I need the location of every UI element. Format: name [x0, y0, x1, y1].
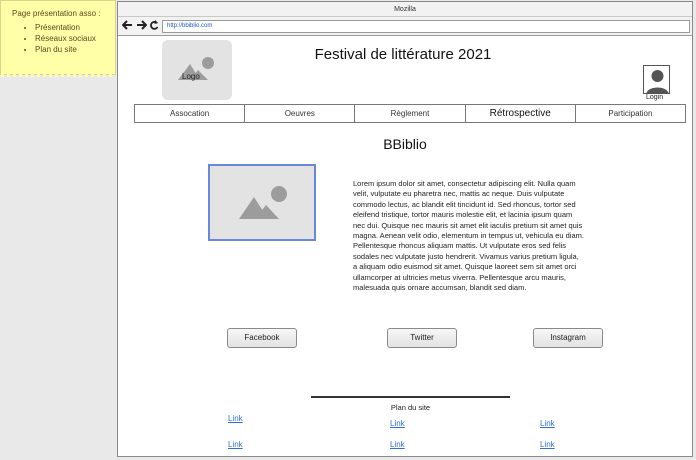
page-title: Festival de littérature 2021 — [314, 46, 492, 63]
body-text: Lorem ipsum dolor sit amet, consectetur … — [353, 179, 584, 293]
instagram-button[interactable]: Instagram — [533, 328, 603, 348]
browser-toolbar: http://bbiblio.com — [118, 17, 692, 36]
back-arrow-icon[interactable] — [121, 19, 133, 34]
logo-label: Logo — [182, 72, 200, 81]
note-list: Présentation Réseaux sociaux Plan du sit… — [7, 22, 109, 55]
browser-window: Mozilla http://bbiblio.com Logo Festival… — [117, 1, 693, 457]
twitter-button[interactable]: Twitter — [387, 328, 457, 348]
login-label[interactable]: Login — [646, 94, 663, 101]
note-item: Présentation — [35, 22, 109, 33]
user-avatar-icon[interactable] — [643, 65, 670, 94]
facebook-button[interactable]: Facebook — [227, 328, 297, 348]
footer-divider — [311, 396, 510, 398]
sitemap-link[interactable]: Link — [540, 419, 555, 428]
sitemap-link[interactable]: Link — [540, 440, 555, 449]
sitemap-link[interactable]: Link — [228, 414, 243, 423]
reload-icon[interactable] — [149, 19, 159, 34]
sitemap-link[interactable]: Link — [390, 440, 405, 449]
note-item: Réseaux sociaux — [35, 33, 109, 44]
note-item: Plan du site — [35, 44, 109, 55]
tab-participation[interactable]: Participation — [575, 105, 686, 122]
sticky-note: Page présentation asso : Présentation Ré… — [0, 0, 116, 77]
tab-retrospective[interactable]: Rétrospective — [465, 105, 576, 122]
forward-arrow-icon[interactable] — [136, 19, 148, 34]
tab-reglement[interactable]: Règlement — [355, 105, 466, 122]
note-title: Page présentation asso : — [12, 9, 101, 18]
main-nav: Assocation Oeuvres Règlement Rétrospecti… — [134, 104, 686, 123]
address-bar[interactable]: http://bbiblio.com — [162, 20, 690, 33]
sitemap-title: Plan du site — [390, 403, 431, 412]
image-placeholder — [208, 164, 316, 241]
sitemap-link[interactable]: Link — [228, 440, 243, 449]
image-placeholder-icon — [239, 186, 287, 219]
tab-oeuvres[interactable]: Oeuvres — [245, 105, 356, 122]
window-title: Mozilla — [118, 2, 692, 17]
section-heading: BBiblio — [383, 136, 427, 152]
sitemap-link[interactable]: Link — [390, 419, 405, 428]
tab-association[interactable]: Assocation — [135, 105, 246, 122]
logo[interactable]: Logo — [162, 40, 232, 100]
